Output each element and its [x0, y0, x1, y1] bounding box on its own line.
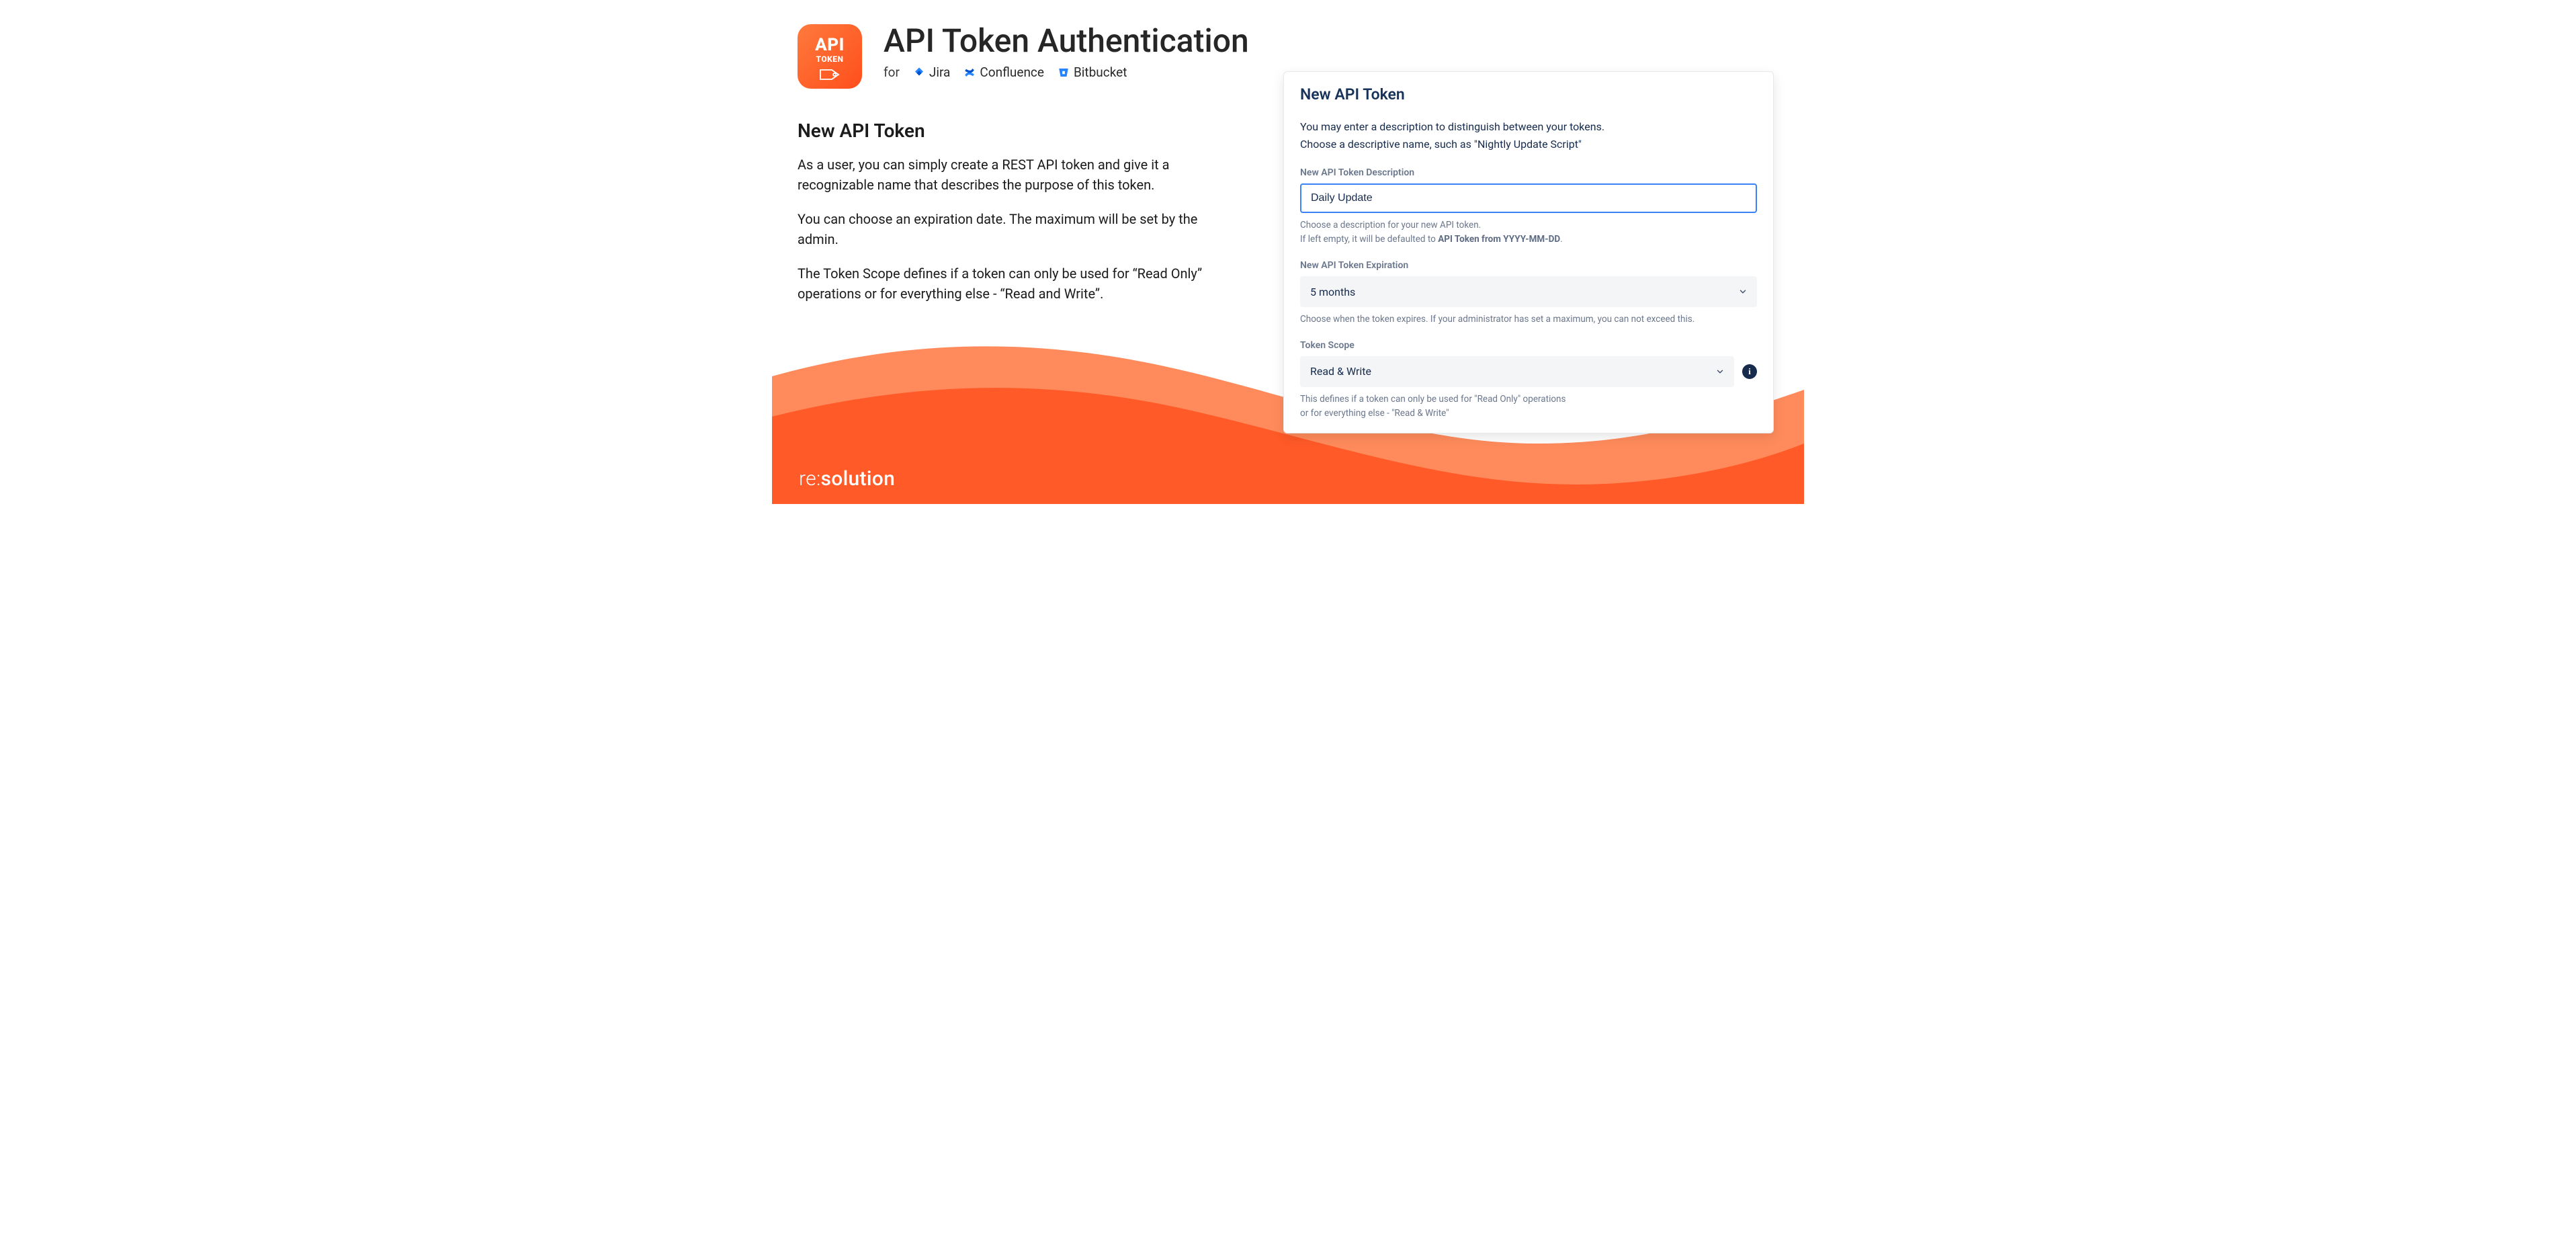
- jira-icon: [913, 67, 925, 79]
- app-logo: API TOKEN: [798, 24, 862, 89]
- left-description: New API Token As a user, you can simply …: [798, 120, 1228, 319]
- logo-line-2: TOKEN: [816, 55, 844, 63]
- scope-label: Token Scope: [1300, 340, 1757, 351]
- product-bitbucket: Bitbucket: [1058, 65, 1127, 80]
- confluence-icon: [963, 67, 976, 79]
- expiration-hint: Choose when the token expires. If your a…: [1300, 312, 1757, 327]
- new-api-token-panel: New API Token You may enter a descriptio…: [1283, 71, 1774, 433]
- panel-intro: You may enter a description to distingui…: [1300, 118, 1757, 153]
- left-heading: New API Token: [798, 120, 1228, 142]
- expiration-select[interactable]: 5 months: [1300, 276, 1757, 307]
- product-confluence-label: Confluence: [980, 65, 1044, 80]
- info-icon[interactable]: i: [1742, 364, 1757, 379]
- bitbucket-icon: [1058, 67, 1070, 79]
- product-jira-label: Jira: [929, 65, 951, 80]
- panel-title: New API Token: [1300, 85, 1757, 103]
- page-title: API Token Authentication: [884, 24, 1249, 58]
- expiration-label: New API Token Expiration: [1300, 260, 1757, 271]
- product-bitbucket-label: Bitbucket: [1074, 65, 1127, 80]
- left-paragraph-2: You can choose an expiration date. The m…: [798, 210, 1228, 249]
- left-paragraph-1: As a user, you can simply create a REST …: [798, 155, 1228, 195]
- for-label: for: [884, 65, 900, 80]
- description-input[interactable]: [1300, 183, 1757, 213]
- brand-logo-text: re:solution: [799, 467, 895, 491]
- expiration-value: 5 months: [1310, 286, 1355, 298]
- product-confluence: Confluence: [963, 65, 1044, 80]
- scope-select[interactable]: Read & Write: [1300, 356, 1734, 387]
- products-row: for Jira Confluence: [884, 65, 1249, 80]
- description-hint: Choose a description for your new API to…: [1300, 218, 1757, 247]
- scope-hint: This defines if a token can only be used…: [1300, 392, 1757, 421]
- scope-value: Read & Write: [1310, 365, 1371, 378]
- left-paragraph-3: The Token Scope defines if a token can o…: [798, 264, 1228, 304]
- description-label: New API Token Description: [1300, 167, 1757, 178]
- tag-icon: [818, 67, 841, 82]
- logo-line-1: API: [815, 36, 845, 54]
- product-jira: Jira: [913, 65, 951, 80]
